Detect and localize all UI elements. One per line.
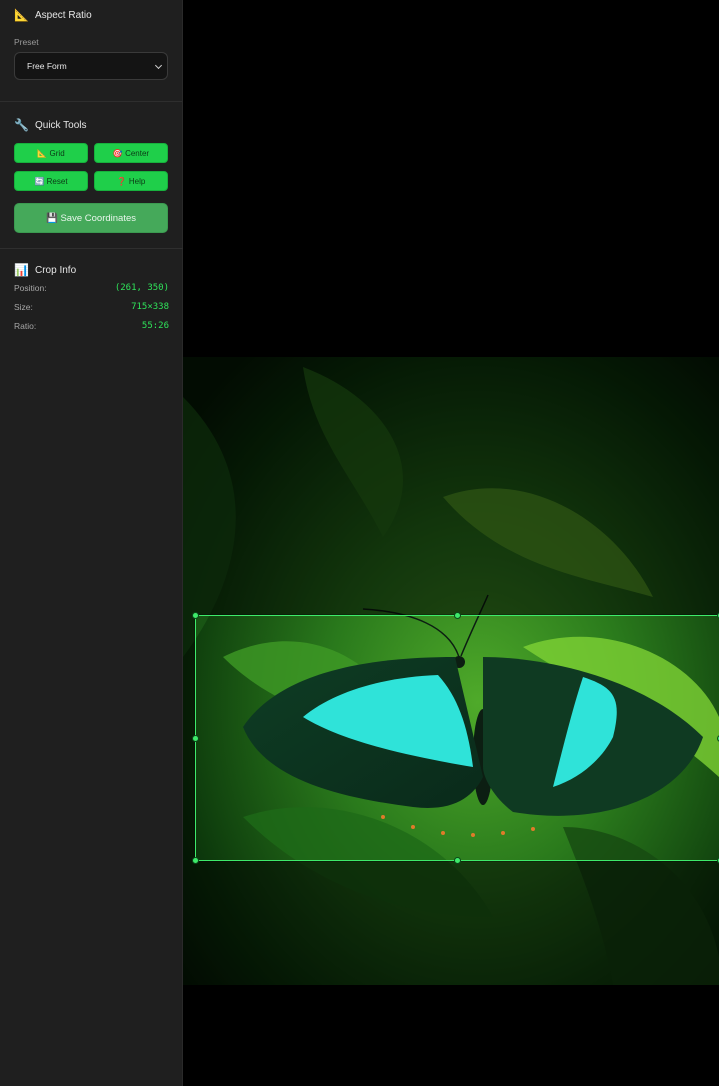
- crop-handle-bottom-left[interactable]: [192, 857, 199, 864]
- sidebar: 📐 Aspect Ratio Preset Free Form 🔧 Quick …: [0, 0, 183, 1086]
- save-coordinates-button[interactable]: 💾 Save Coordinates: [14, 203, 168, 233]
- size-row: Size: 715×338: [14, 298, 169, 316]
- aspect-ratio-header: 📐 Aspect Ratio: [14, 7, 168, 23]
- preset-value: Free Form: [27, 61, 67, 71]
- image-stage: [183, 0, 719, 1086]
- help-button[interactable]: ❓ Help: [94, 171, 168, 191]
- position-label: Position:: [14, 283, 47, 293]
- ratio-row: Ratio: 55:26: [14, 317, 169, 335]
- ratio-value: 55:26: [141, 321, 169, 331]
- preset-select[interactable]: Free Form: [14, 52, 168, 80]
- quick-tools-grid: 📐 Grid 🎯 Center 🔄 Reset ❓ Help: [14, 143, 168, 191]
- quick-tools-title: Quick Tools: [35, 119, 87, 131]
- crop-box[interactable]: [192, 612, 719, 864]
- crop-info-header: 📊 Crop Info: [14, 262, 169, 278]
- size-value: 715×338: [131, 302, 169, 312]
- preset-label: Preset: [14, 37, 39, 47]
- position-row: Position: (261, 350): [14, 279, 169, 297]
- triangular-ruler-icon: 📐: [14, 8, 29, 22]
- grid-button[interactable]: 📐 Grid: [14, 143, 88, 163]
- reset-button[interactable]: 🔄 Reset: [14, 171, 88, 191]
- quick-tools-header: 🔧 Quick Tools: [14, 117, 87, 133]
- size-label: Size:: [14, 302, 33, 312]
- center-button[interactable]: 🎯 Center: [94, 143, 168, 163]
- chevron-down-icon: [154, 61, 163, 70]
- crop-info-section: 📊 Crop Info Position: (261, 350) Size: 7…: [0, 248, 183, 335]
- aspect-ratio-title: Aspect Ratio: [35, 9, 92, 21]
- ratio-label: Ratio:: [14, 321, 37, 331]
- crop-handle-top[interactable]: [454, 612, 461, 619]
- aspect-ratio-section: 📐 Aspect Ratio Preset Free Form: [0, 0, 182, 102]
- wrench-icon: 🔧: [14, 118, 29, 132]
- crop-info-title: Crop Info: [35, 264, 77, 276]
- crop-handle-bottom[interactable]: [454, 857, 461, 864]
- crop-handle-left[interactable]: [192, 735, 199, 742]
- crop-handle-top-left[interactable]: [192, 612, 199, 619]
- position-value: (261, 350): [114, 283, 169, 293]
- bar-chart-icon: 📊: [14, 263, 29, 277]
